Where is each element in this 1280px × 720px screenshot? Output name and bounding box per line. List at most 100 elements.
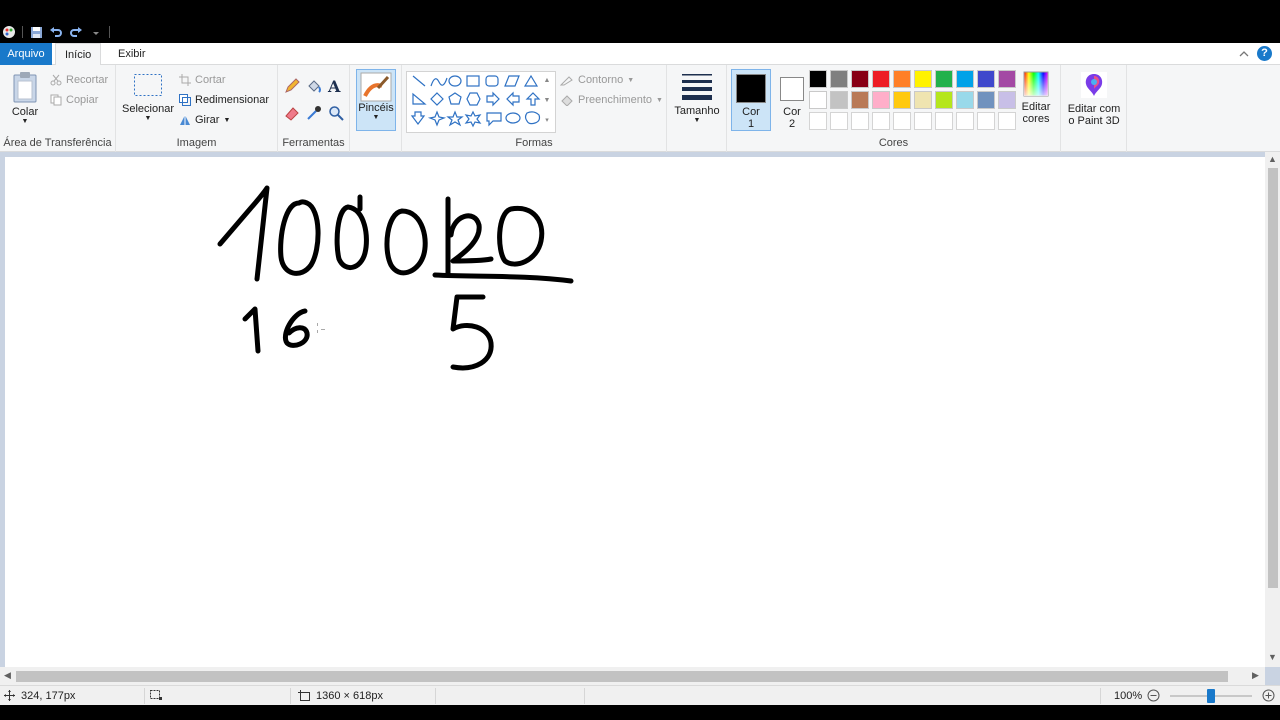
palette-color-swatch[interactable] xyxy=(914,91,932,109)
select-button[interactable]: Selecionar ▼ xyxy=(120,73,176,122)
clipboard-group-label: Área de Transferência xyxy=(3,137,112,149)
palette-color-swatch[interactable] xyxy=(872,91,890,109)
undo-icon[interactable] xyxy=(49,25,63,39)
palette-custom-slot[interactable] xyxy=(998,112,1016,130)
chevron-down-icon: ▼ xyxy=(372,114,380,121)
palette-custom-slot[interactable] xyxy=(956,112,974,130)
magnifier-icon[interactable] xyxy=(328,105,344,121)
palette-custom-slot[interactable] xyxy=(872,112,890,130)
outline-label: Contorno xyxy=(578,74,624,86)
palette-color-swatch[interactable] xyxy=(809,70,827,88)
palette-custom-slot[interactable] xyxy=(830,112,848,130)
palette-custom-slot[interactable] xyxy=(893,112,911,130)
canvas-size-text: 1360 × 618px xyxy=(316,689,383,702)
tab-home[interactable]: Início xyxy=(55,43,102,66)
copy-button[interactable]: Copiar xyxy=(50,91,98,109)
zoom-slider-thumb[interactable] xyxy=(1207,689,1215,703)
palette-custom-slot[interactable] xyxy=(914,112,932,130)
palette-color-swatch[interactable] xyxy=(977,70,995,88)
resize-icon xyxy=(179,94,191,106)
redo-icon[interactable] xyxy=(69,25,83,39)
palette-color-swatch[interactable] xyxy=(893,70,911,88)
customize-qat-icon[interactable] xyxy=(89,25,103,39)
status-separator xyxy=(144,688,145,704)
zoom-in-icon[interactable] xyxy=(1262,689,1275,702)
color2-button[interactable]: Cor 2 xyxy=(773,69,811,131)
tab-file[interactable]: Arquivo xyxy=(0,43,52,65)
color2-number: 2 xyxy=(788,118,796,130)
scroll-up-icon[interactable]: ▲ xyxy=(1268,154,1277,164)
shapes-group-label: Formas xyxy=(515,137,553,149)
clipboard-group: Colar ▼ Recortar Copiar Área de Transfer… xyxy=(0,65,116,152)
edit-colors-label-2: cores xyxy=(1022,113,1050,125)
palette-color-swatch[interactable] xyxy=(809,91,827,109)
palette-custom-slot[interactable] xyxy=(851,112,869,130)
status-bar: 324, 177px 1360 × 618px 100% xyxy=(0,685,1280,705)
edit-with-paint3d-button[interactable]: Editar com o Paint 3D xyxy=(1063,71,1125,127)
brushes-button[interactable]: Pincéis ▼ xyxy=(356,69,396,131)
pencil-icon[interactable] xyxy=(284,78,300,94)
paste-button[interactable]: Colar ▼ xyxy=(8,71,42,125)
text-icon[interactable]: A xyxy=(328,77,340,96)
outline-button[interactable]: Contorno ▼ xyxy=(560,71,634,89)
palette-color-swatch[interactable] xyxy=(893,91,911,109)
color1-button[interactable]: Cor 1 xyxy=(731,69,771,131)
colors-group: Cor 1 Cor 2 Editar cores Cores xyxy=(727,65,1061,152)
paint-app-icon[interactable] xyxy=(2,25,16,39)
palette-color-swatch[interactable] xyxy=(998,91,1016,109)
tab-view[interactable]: Exibir xyxy=(109,43,155,65)
scroll-right-icon[interactable]: ▶ xyxy=(1252,670,1259,681)
help-icon[interactable]: ? xyxy=(1257,46,1272,61)
drawing-canvas[interactable] xyxy=(5,157,1265,669)
zoom-out-icon[interactable] xyxy=(1147,689,1160,702)
palette-color-swatch[interactable] xyxy=(998,70,1016,88)
tools-group: A Ferramentas xyxy=(278,65,350,152)
cut-button[interactable]: Recortar xyxy=(50,71,108,89)
palette-color-swatch[interactable] xyxy=(956,91,974,109)
palette-color-swatch[interactable] xyxy=(935,70,953,88)
crop-button[interactable]: Cortar xyxy=(179,71,226,89)
palette-color-swatch[interactable] xyxy=(851,70,869,88)
palette-color-swatch[interactable] xyxy=(935,91,953,109)
color-picker-icon[interactable] xyxy=(306,105,322,121)
scissors-icon xyxy=(50,74,62,86)
palette-color-swatch[interactable] xyxy=(851,91,869,109)
horizontal-scroll-thumb[interactable] xyxy=(16,671,1228,682)
status-separator xyxy=(584,688,585,704)
minimize-ribbon-icon[interactable] xyxy=(1239,50,1249,58)
fill-bucket-icon[interactable] xyxy=(306,78,322,94)
eraser-icon[interactable] xyxy=(284,105,300,121)
palette-color-swatch[interactable] xyxy=(977,91,995,109)
scroll-left-icon[interactable]: ◀ xyxy=(4,670,11,681)
copy-label: Copiar xyxy=(66,94,99,106)
resize-button[interactable]: Redimensionar xyxy=(179,91,269,109)
scroll-down-icon[interactable]: ▼ xyxy=(1268,652,1277,662)
shapes-gallery-icons[interactable] xyxy=(407,72,555,132)
palette-color-swatch[interactable] xyxy=(830,70,848,88)
crop-label: Cortar xyxy=(195,74,226,86)
edit-colors-button[interactable]: Editar cores xyxy=(1017,71,1055,125)
palette-color-swatch[interactable] xyxy=(872,70,890,88)
rotate-button[interactable]: Girar ▼ xyxy=(179,111,230,129)
crop-icon xyxy=(179,74,191,86)
image-group: Selecionar ▼ Cortar Redimensionar Girar xyxy=(116,65,278,152)
zoom-slider[interactable] xyxy=(1170,689,1252,703)
palette-color-swatch[interactable] xyxy=(830,91,848,109)
selection-icon xyxy=(150,690,163,701)
vertical-scrollbar[interactable]: ▲ ▼ xyxy=(1265,152,1280,667)
horizontal-scrollbar[interactable]: ◀ ▶ xyxy=(0,667,1265,685)
title-bar xyxy=(0,0,1280,43)
cursor-position-text: 324, 177px xyxy=(21,689,76,702)
palette-custom-slot[interactable] xyxy=(809,112,827,130)
select-rectangle-icon xyxy=(133,73,163,97)
fill-button[interactable]: Preenchimento ▼ xyxy=(560,91,663,109)
vertical-scroll-thumb[interactable] xyxy=(1268,168,1278,588)
palette-color-swatch[interactable] xyxy=(914,70,932,88)
crosshair-icon xyxy=(4,690,15,701)
size-button[interactable]: Tamanho ▼ xyxy=(672,73,722,124)
save-icon[interactable] xyxy=(29,25,43,39)
shapes-gallery-scroll[interactable]: ▲ ▼ ▾ xyxy=(542,71,552,131)
palette-custom-slot[interactable] xyxy=(977,112,995,130)
palette-custom-slot[interactable] xyxy=(935,112,953,130)
palette-color-swatch[interactable] xyxy=(956,70,974,88)
